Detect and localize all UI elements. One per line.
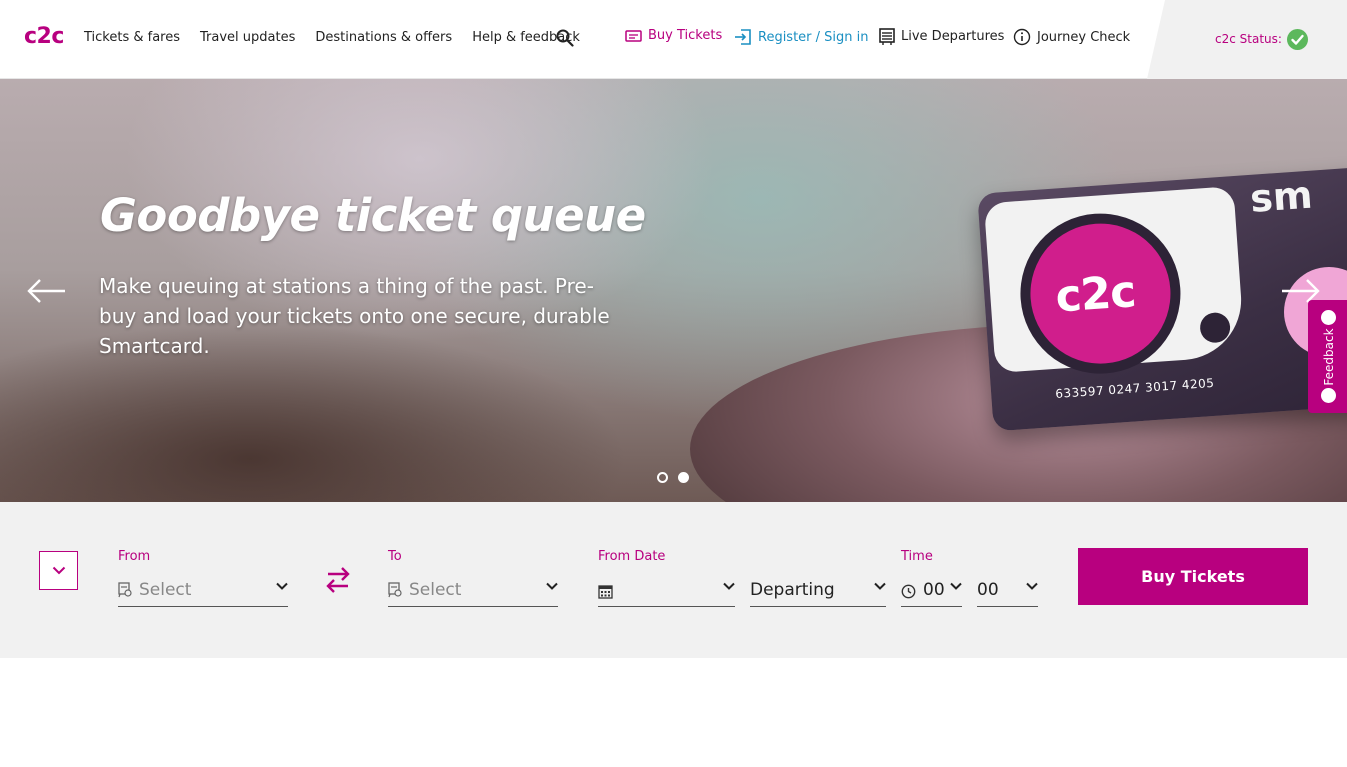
carousel-dots — [657, 472, 689, 483]
card-brand: sm — [1248, 172, 1314, 221]
hero-description: Make queuing at stations a thing of the … — [99, 274, 610, 358]
chevron-down-icon — [52, 566, 65, 575]
expand-options-button[interactable] — [39, 551, 78, 590]
header-live-departures[interactable]: Live Departures — [879, 28, 1004, 45]
c2c-logo[interactable]: c2c — [24, 24, 64, 49]
feedback-bubble-icon — [1321, 310, 1336, 325]
minute-value: 00 — [977, 579, 999, 600]
station-icon — [388, 581, 402, 597]
to-placeholder: Select — [409, 579, 462, 600]
chevron-down-icon — [1026, 582, 1038, 590]
hero-title: Goodbye ticket queue — [100, 189, 646, 242]
nav-destinations-offers[interactable]: Destinations & offers — [315, 30, 452, 45]
info-icon — [1013, 28, 1031, 46]
nav-travel-updates[interactable]: Travel updates — [200, 30, 295, 45]
status-label: c2c Status: — [1215, 32, 1282, 46]
header-register-signin[interactable]: Register / Sign in — [734, 28, 869, 46]
hero-carousel: c2c 633597 0247 3017 4205 sm Goodbye tic… — [0, 79, 1347, 502]
calendar-icon — [598, 584, 613, 599]
from-station-select[interactable]: Select — [118, 573, 288, 607]
buy-tickets-button[interactable]: Buy Tickets — [1078, 548, 1308, 605]
swap-stations-icon[interactable] — [326, 566, 350, 594]
feedback-label: Feedback — [1322, 328, 1336, 386]
sign-in-icon — [735, 29, 751, 45]
departing-value: Departing — [750, 579, 835, 600]
from-label: From — [118, 549, 151, 564]
header-journey-check[interactable]: Journey Check — [1013, 28, 1130, 46]
chevron-down-icon — [723, 582, 735, 590]
carousel-dot-1[interactable] — [657, 472, 668, 483]
departing-arriving-select[interactable]: Departing — [750, 573, 886, 607]
hour-select[interactable]: 00 — [901, 573, 962, 607]
chevron-down-icon — [950, 582, 962, 590]
from-placeholder: Select — [139, 579, 192, 600]
carousel-dot-2[interactable] — [678, 472, 689, 483]
header-register-label: Register / Sign in — [758, 29, 869, 45]
chevron-down-icon — [276, 582, 288, 590]
main-nav: Tickets & fares Travel updates Destinati… — [84, 30, 600, 45]
clock-icon — [901, 584, 916, 598]
station-icon — [118, 581, 132, 597]
card-number: 633597 0247 3017 4205 — [1054, 375, 1215, 401]
card-logo: c2c — [1053, 266, 1137, 323]
chevron-down-icon — [874, 582, 886, 590]
search-icon[interactable] — [556, 29, 574, 47]
hour-value: 00 — [923, 579, 945, 600]
from-date-picker[interactable] — [598, 573, 735, 607]
ticket-icon — [625, 29, 642, 42]
feedback-face-icon — [1321, 388, 1336, 403]
to-label: To — [388, 549, 402, 564]
departure-board-icon — [879, 28, 895, 45]
header-journey-check-label: Journey Check — [1037, 29, 1131, 45]
chevron-down-icon — [546, 582, 558, 590]
status-ok-icon[interactable] — [1287, 29, 1308, 50]
carousel-prev-arrow-icon[interactable] — [27, 278, 67, 304]
site-header: c2c Tickets & fares Travel updates Desti… — [0, 0, 1347, 79]
nav-tickets-fares[interactable]: Tickets & fares — [84, 30, 180, 45]
minute-select[interactable]: 00 — [977, 573, 1038, 607]
header-buy-tickets-label: Buy Tickets — [648, 28, 723, 43]
from-date-label: From Date — [598, 549, 666, 564]
time-label: Time — [901, 549, 933, 564]
to-station-select[interactable]: Select — [388, 573, 558, 607]
header-live-departures-label: Live Departures — [901, 29, 1005, 44]
header-buy-tickets[interactable]: Buy Tickets — [625, 28, 722, 43]
